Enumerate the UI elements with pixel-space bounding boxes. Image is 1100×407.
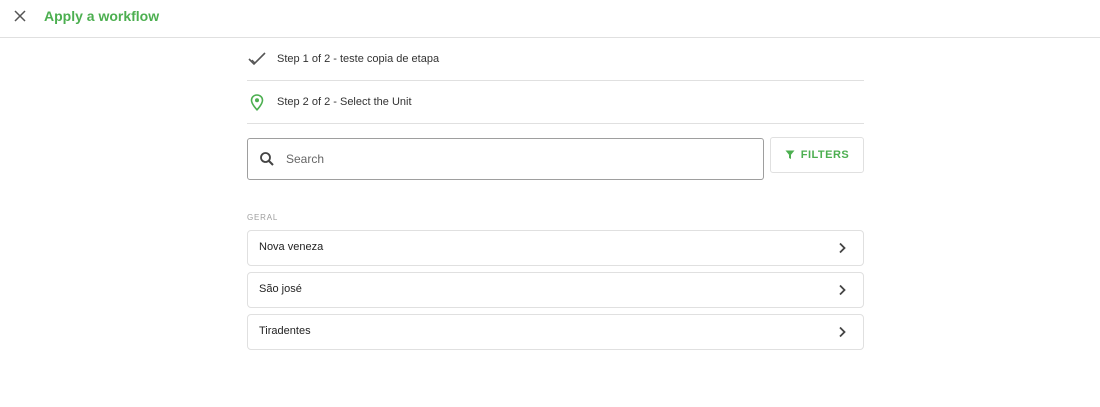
close-button[interactable]	[11, 7, 29, 25]
filters-label: FILTERS	[800, 149, 850, 161]
funnel-icon	[785, 150, 795, 159]
search-icon	[260, 152, 274, 166]
checkmark-icon	[247, 49, 267, 69]
page-title: Apply a workflow	[44, 8, 160, 24]
unit-name: Nova veneza	[259, 241, 324, 253]
main-content: Step 1 of 2 - teste copia de etapa Step …	[247, 38, 864, 350]
chevron-right-icon	[839, 284, 846, 296]
section-label: GERAL	[247, 213, 279, 222]
unit-name: Tiradentes	[259, 325, 311, 337]
unit-name: São josé	[259, 283, 302, 295]
chevron-right-icon	[839, 326, 846, 338]
location-pin-icon	[247, 92, 267, 112]
list-item[interactable]: Tiradentes	[247, 314, 864, 350]
search-input[interactable]	[286, 147, 746, 171]
list-item[interactable]: Nova veneza	[247, 230, 864, 266]
step-1-label: Step 1 of 2 - teste copia de etapa	[277, 53, 440, 65]
unit-list: Nova veneza São josé Tiradentes	[247, 230, 864, 356]
step-1: Step 1 of 2 - teste copia de etapa	[247, 38, 864, 81]
step-2: Step 2 of 2 - Select the Unit	[247, 81, 864, 124]
search-row: FILTERS	[247, 124, 864, 186]
search-box[interactable]	[247, 138, 764, 180]
list-item[interactable]: São josé	[247, 272, 864, 308]
close-icon	[14, 10, 26, 22]
chevron-right-icon	[839, 242, 846, 254]
header: Apply a workflow	[0, 0, 1100, 38]
filters-button[interactable]: FILTERS	[770, 137, 864, 173]
step-2-label: Step 2 of 2 - Select the Unit	[277, 96, 412, 108]
